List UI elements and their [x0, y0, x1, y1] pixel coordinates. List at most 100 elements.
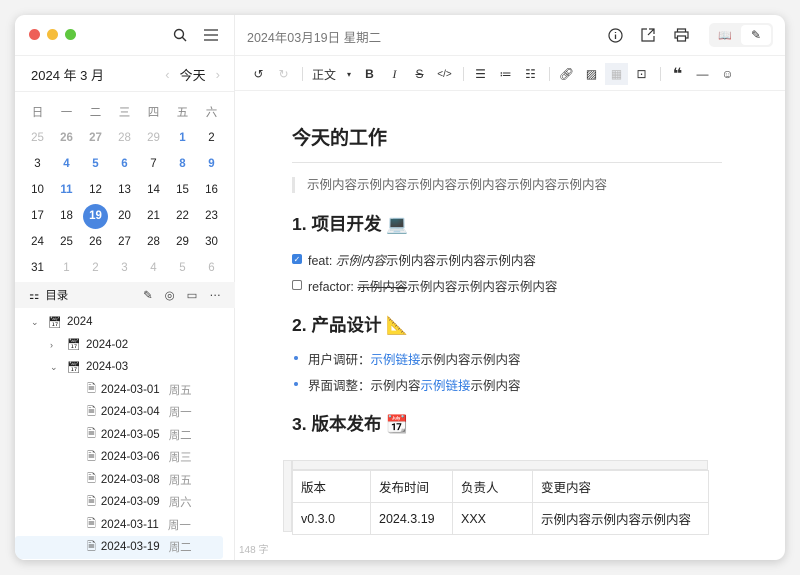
divider-icon[interactable]: —	[691, 63, 714, 85]
calendar-day[interactable]: 24	[23, 229, 52, 255]
checkbox-unchecked[interactable]	[292, 280, 302, 290]
search-icon[interactable]	[171, 26, 189, 44]
link[interactable]: 示例链接	[421, 379, 471, 393]
ordered-list-icon[interactable]: ≔	[494, 63, 517, 85]
calendar-day[interactable]: 6	[197, 255, 226, 281]
calendar-day[interactable]: 2	[81, 255, 110, 281]
table-cell[interactable]: v0.3.0	[292, 502, 371, 535]
calendar-day[interactable]: 29	[168, 229, 197, 255]
calendar-day[interactable]: 17	[23, 203, 52, 229]
calendar-day[interactable]: 5	[168, 255, 197, 281]
tree-item[interactable]: ⌄ 📅︎ 2024	[15, 311, 235, 334]
table-column-handles[interactable]	[292, 460, 708, 470]
calendar-day[interactable]: 3	[110, 255, 139, 281]
tree-item[interactable]: 🗎 2024-03-04 周一	[15, 401, 235, 424]
collapse-icon[interactable]: ▭	[187, 288, 198, 302]
calendar-day[interactable]: 7	[139, 151, 168, 177]
bullet-text[interactable]: 用户调研：示例链接示例内容示例内容	[308, 349, 521, 368]
link[interactable]: 示例链接	[371, 353, 421, 367]
heading-design[interactable]: 2. 产品设计 📐	[292, 312, 722, 337]
tree-item[interactable]: 🗎 2024-03-11 周一	[15, 514, 235, 537]
table-header[interactable]: 变更内容	[532, 470, 709, 503]
chevron-right-icon[interactable]: ›	[50, 340, 62, 350]
calendar-day[interactable]: 26	[81, 229, 110, 255]
calendar-day[interactable]: 2	[197, 125, 226, 151]
calendar-day[interactable]: 27	[81, 125, 110, 151]
new-note-icon[interactable]: ✎	[143, 288, 153, 302]
heading-project[interactable]: 1. 项目开发 💻	[292, 211, 722, 236]
calendar-day[interactable]: 26	[52, 125, 81, 151]
calendar-day[interactable]: 28	[139, 229, 168, 255]
italic-icon[interactable]: I	[383, 63, 406, 85]
calendar-day[interactable]: 10	[23, 177, 52, 203]
close-button[interactable]	[29, 29, 40, 40]
table-cell[interactable]: 示例内容示例内容示例内容	[532, 502, 709, 535]
tree-item[interactable]: 🗎 2024-03-19 周二	[15, 536, 223, 559]
chevron-down-icon[interactable]: ⌄	[50, 362, 62, 373]
today-button[interactable]: 今天	[180, 65, 206, 84]
task-list-icon[interactable]: ☷	[519, 63, 542, 85]
redo-icon[interactable]: ↻	[272, 63, 295, 85]
maximize-button[interactable]	[65, 29, 76, 40]
export-icon[interactable]	[638, 25, 658, 45]
tree-item[interactable]: ⌄ 📅︎ 2024-03	[15, 356, 235, 379]
minimize-button[interactable]	[47, 29, 58, 40]
tree-item[interactable]: 🗎 2024-03-05 周二	[15, 424, 235, 447]
paragraph-style-select[interactable]: 正文	[308, 63, 340, 85]
edit-mode-icon[interactable]: ✎	[741, 25, 771, 45]
calendar-day[interactable]: 27	[110, 229, 139, 255]
table-header[interactable]: 版本	[292, 470, 371, 503]
heading-release[interactable]: 3. 版本发布 📆	[292, 411, 722, 436]
bullet-text[interactable]: 界面调整：示例内容示例链接示例内容	[308, 375, 521, 394]
task-text[interactable]: feat: 示例内容示例内容示例内容示例内容	[308, 250, 536, 269]
bold-icon[interactable]: B	[358, 63, 381, 85]
calendar-day[interactable]: 20	[110, 203, 139, 229]
prev-month-button[interactable]: ‹	[165, 67, 169, 82]
calendar-day[interactable]: 22	[168, 203, 197, 229]
calendar-day[interactable]: 14	[139, 177, 168, 203]
calendar-day[interactable]: 21	[139, 203, 168, 229]
calendar-day[interactable]: 23	[197, 203, 226, 229]
calendar-day[interactable]: 28	[110, 125, 139, 151]
strikethrough-icon[interactable]: S	[408, 63, 431, 85]
calendar-day-selected[interactable]: 19	[81, 203, 110, 229]
calendar-day[interactable]: 1	[52, 255, 81, 281]
calendar-day[interactable]: 30	[197, 229, 226, 255]
table-header[interactable]: 发布时间	[370, 470, 453, 503]
calendar-day[interactable]: 16	[197, 177, 226, 203]
calendar-day[interactable]: 6	[110, 151, 139, 177]
calendar-day[interactable]: 12	[81, 177, 110, 203]
calendar-day[interactable]: 18	[52, 203, 81, 229]
emoji-icon[interactable]: ☺	[716, 63, 739, 85]
checkbox-checked[interactable]: ✓	[292, 254, 302, 264]
calendar-day[interactable]: 31	[23, 255, 52, 281]
link-icon[interactable]: 🔗︎	[555, 63, 578, 85]
tree-item[interactable]: 🗎 2024-03-01 周五	[15, 379, 235, 402]
more-icon[interactable]: ⋯	[210, 288, 222, 302]
chevron-down-icon[interactable]: ⌄	[31, 317, 43, 328]
image-icon[interactable]: ▨	[580, 63, 603, 85]
tree-item[interactable]: › 📅︎ 2024-02	[15, 334, 235, 357]
dropdown-arrow-icon[interactable]: ▾	[342, 63, 356, 85]
code-block-icon[interactable]: ⊡	[630, 63, 653, 85]
next-month-button[interactable]: ›	[216, 67, 220, 82]
tree-item[interactable]: 🗎 2024-03-08 周五	[15, 469, 235, 492]
calendar-day[interactable]: 4	[52, 151, 81, 177]
calendar-day[interactable]: 8	[168, 151, 197, 177]
calendar-day[interactable]: 11	[52, 177, 81, 203]
calendar-day[interactable]: 29	[139, 125, 168, 151]
calendar-day[interactable]: 9	[197, 151, 226, 177]
calendar-day[interactable]: 3	[23, 151, 52, 177]
blockquote[interactable]: 示例内容示例内容示例内容示例内容示例内容示例内容	[292, 177, 722, 193]
doc-title[interactable]: 今天的工作	[292, 123, 722, 163]
calendar-day[interactable]: 4	[139, 255, 168, 281]
locate-icon[interactable]: ◎	[165, 288, 175, 302]
calendar-day[interactable]: 25	[23, 125, 52, 151]
table-cell[interactable]: XXX	[452, 502, 533, 535]
tree-item[interactable]: 🗎 2024-03-09 周六	[15, 491, 235, 514]
table-row-handles[interactable]	[283, 460, 292, 532]
table-icon[interactable]: ▦	[605, 63, 629, 85]
info-icon[interactable]	[605, 25, 625, 45]
calendar-day[interactable]: 13	[110, 177, 139, 203]
undo-icon[interactable]: ↺	[247, 63, 270, 85]
